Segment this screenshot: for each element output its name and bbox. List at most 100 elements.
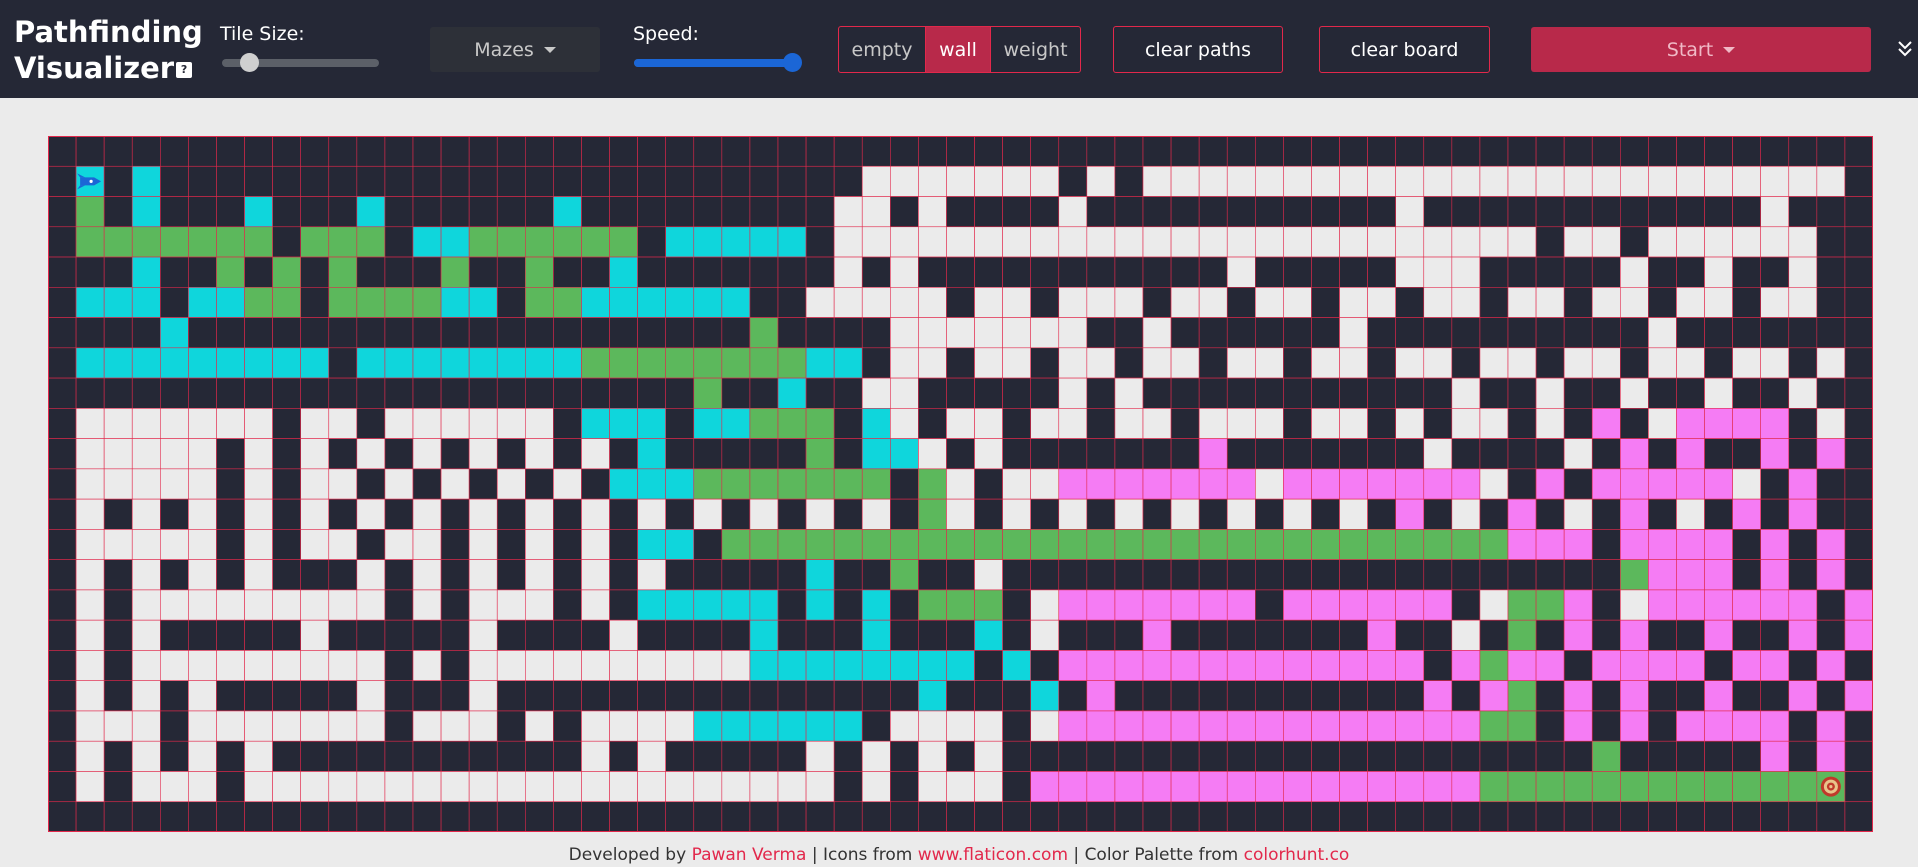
grid-cell-wall[interactable] xyxy=(244,377,273,409)
grid-cell-wall[interactable] xyxy=(356,135,386,167)
grid-cell-empty[interactable] xyxy=(946,226,975,258)
grid-cell-empty[interactable] xyxy=(1086,347,1116,379)
grid-cell-shortest-path[interactable] xyxy=(468,226,498,258)
grid-cell-empty[interactable] xyxy=(1395,347,1425,379)
flaticon-link[interactable]: www.flaticon.com xyxy=(918,845,1068,865)
grid-cell-shortest-path[interactable] xyxy=(890,529,919,560)
grid-cell-wall[interactable] xyxy=(777,135,807,167)
grid-cell-empty[interactable] xyxy=(1423,226,1453,258)
grid-cell-wall[interactable] xyxy=(496,801,526,833)
grid-cell-empty[interactable] xyxy=(300,529,330,560)
grid-cell-empty[interactable] xyxy=(1255,347,1284,379)
grid-cell-empty[interactable] xyxy=(1423,347,1453,379)
grid-cell-wall[interactable] xyxy=(468,165,498,197)
grid-cell-empty[interactable] xyxy=(721,771,751,803)
grid-cell-wall[interactable] xyxy=(1255,438,1284,470)
grid-cell-wall[interactable] xyxy=(581,196,610,228)
grid-cell-wall[interactable] xyxy=(777,589,807,621)
grid-cell-empty[interactable] xyxy=(412,408,442,439)
grid-cell-wall[interactable] xyxy=(1844,650,1874,681)
grid-cell-wall[interactable] xyxy=(1311,287,1340,318)
grid-cell-visited-from-end[interactable] xyxy=(1114,650,1144,681)
grid-cell-wall[interactable] xyxy=(1507,408,1537,439)
grid-cell-wall[interactable] xyxy=(1058,256,1088,288)
grid-cell-wall[interactable] xyxy=(384,317,414,349)
grid-cell-empty[interactable] xyxy=(1058,317,1088,349)
grid-cell-wall[interactable] xyxy=(160,801,189,833)
grid-cell-wall[interactable] xyxy=(1170,801,1200,833)
grid-cell-wall[interactable] xyxy=(1367,377,1396,409)
grid-cell-empty[interactable] xyxy=(946,317,975,349)
grid-cell-wall[interactable] xyxy=(1395,317,1425,349)
grid-cell-visited-from-start[interactable] xyxy=(693,408,723,439)
grid-cell-wall[interactable] xyxy=(272,498,301,530)
grid-cell-empty[interactable] xyxy=(1451,377,1481,409)
grid-cell-wall[interactable] xyxy=(749,438,779,470)
grid-cell-empty[interactable] xyxy=(525,559,554,591)
grid-cell-visited-from-end[interactable] xyxy=(1198,589,1228,621)
grid-cell-wall[interactable] xyxy=(1395,801,1425,833)
grid-cell-empty[interactable] xyxy=(412,559,442,591)
grid-cell-visited-from-start[interactable] xyxy=(946,650,975,681)
grid-cell-wall[interactable] xyxy=(160,196,189,228)
grid-cell-wall[interactable] xyxy=(1311,135,1340,167)
grid-cell-wall[interactable] xyxy=(1563,317,1593,349)
grid-cell-visited-from-end[interactable] xyxy=(1142,619,1172,651)
grid-cell-empty[interactable] xyxy=(75,559,105,591)
grid-cell-empty[interactable] xyxy=(300,498,330,530)
grid-cell-wall[interactable] xyxy=(328,680,358,712)
grid-cell-empty[interactable] xyxy=(103,438,133,470)
grid-cell-empty[interactable] xyxy=(1058,347,1088,379)
grid-cell-empty[interactable] xyxy=(1002,317,1031,349)
grid-cell-wall[interactable] xyxy=(1844,317,1874,349)
grid-cell-empty[interactable] xyxy=(1030,589,1060,621)
grid-cell-wall[interactable] xyxy=(946,438,975,470)
grid-cell-wall[interactable] xyxy=(1844,226,1874,258)
grid-cell-wall[interactable] xyxy=(1676,801,1705,833)
grid-cell-empty[interactable] xyxy=(160,650,189,681)
grid-cell-wall[interactable] xyxy=(1086,438,1116,470)
grid-cell-empty[interactable] xyxy=(833,287,863,318)
grid-cell-empty[interactable] xyxy=(525,408,554,439)
grid-cell-empty[interactable] xyxy=(861,287,891,318)
grid-cell-empty[interactable] xyxy=(946,408,975,439)
grid-cell-visited-from-end[interactable] xyxy=(1114,589,1144,621)
grid-cell-wall[interactable] xyxy=(244,619,273,651)
grid-cell-wall[interactable] xyxy=(384,680,414,712)
grid-cell-empty[interactable] xyxy=(918,740,947,772)
grid-cell-empty[interactable] xyxy=(131,619,161,651)
grid-cell-wall[interactable] xyxy=(693,135,723,167)
grid-cell-shortest-path[interactable] xyxy=(1648,771,1677,803)
grid-cell-wall[interactable] xyxy=(805,680,835,712)
grid-cell-empty[interactable] xyxy=(1058,408,1088,439)
grid-cell-shortest-path[interactable] xyxy=(693,468,723,500)
grid-cell-wall[interactable] xyxy=(1002,589,1031,621)
grid-cell-wall[interactable] xyxy=(47,619,77,651)
grid-cell-wall[interactable] xyxy=(103,650,133,681)
grid-cell-wall[interactable] xyxy=(47,529,77,560)
grid-cell-visited-from-end[interactable] xyxy=(1339,468,1368,500)
grid-cell-wall[interactable] xyxy=(918,559,947,591)
grid-cell-empty[interactable] xyxy=(1423,165,1453,197)
grid-cell-empty[interactable] xyxy=(75,468,105,500)
grid-cell-empty[interactable] xyxy=(1311,226,1340,258)
grid-cell-visited-from-end[interactable] xyxy=(1198,771,1228,803)
grid-cell-wall[interactable] xyxy=(1451,317,1481,349)
grid-cell-wall[interactable] xyxy=(693,529,723,560)
grid-cell-visited-from-end[interactable] xyxy=(1395,710,1425,742)
grid-cell-visited-from-end[interactable] xyxy=(1283,771,1312,803)
grid-cell-empty[interactable] xyxy=(468,408,498,439)
grid-cell-wall[interactable] xyxy=(1002,408,1031,439)
grid-cell-wall[interactable] xyxy=(300,135,330,167)
grid-cell-wall[interactable] xyxy=(272,559,301,591)
grid-cell-shortest-path[interactable] xyxy=(440,256,470,288)
grid-cell-shortest-path[interactable] xyxy=(805,529,835,560)
grid-cell-empty[interactable] xyxy=(356,589,386,621)
grid-cell-wall[interactable] xyxy=(1507,135,1537,167)
grid-cell-wall[interactable] xyxy=(525,165,554,197)
grid-cell-empty[interactable] xyxy=(1002,226,1031,258)
grid-cell-wall[interactable] xyxy=(1451,559,1481,591)
grid-cell-wall[interactable] xyxy=(412,377,442,409)
grid-cell-wall[interactable] xyxy=(665,498,695,530)
grid-cell-empty[interactable] xyxy=(328,468,358,500)
